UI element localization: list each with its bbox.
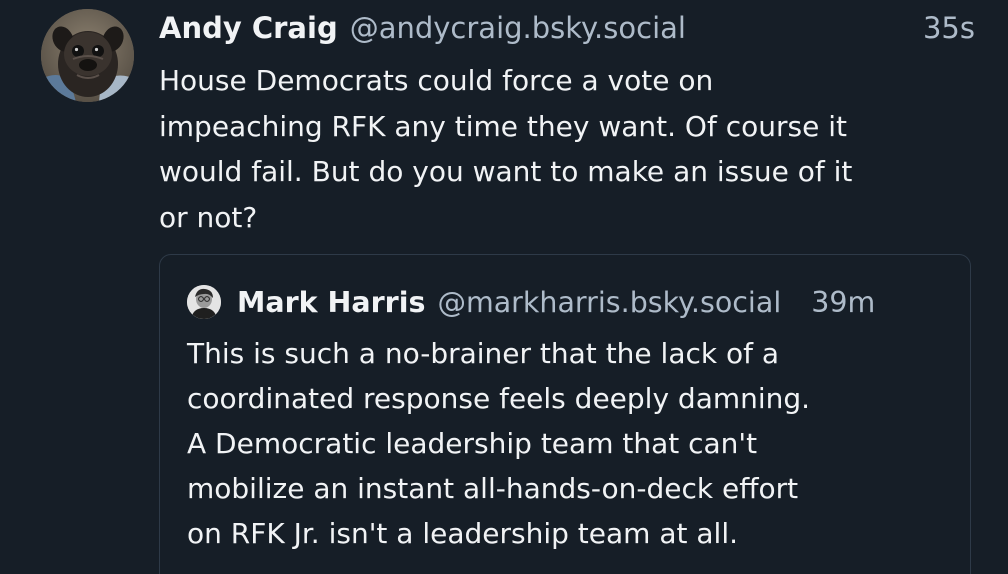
quoted-post-timestamp[interactable]: 39m (811, 286, 875, 319)
post-timestamp[interactable]: 35s (923, 11, 975, 45)
author-name[interactable]: Andy Craig (159, 11, 338, 45)
quoted-author-name[interactable]: Mark Harris (237, 286, 425, 319)
quoted-author-avatar[interactable] (187, 285, 221, 319)
person-avatar-icon (187, 285, 221, 319)
quoted-post-header: Mark Harris @markharris.bsky.social 39m (187, 281, 947, 323)
post[interactable]: Andy Craig @andycraig.bsky.social 35s Ho… (0, 0, 1008, 574)
post-text: House Democrats could force a vote on im… (159, 64, 853, 234)
pug-avatar-icon (41, 9, 134, 102)
post-header: Andy Craig @andycraig.bsky.social 35s (159, 6, 975, 50)
author-avatar[interactable] (41, 9, 134, 102)
author-handle[interactable]: @andycraig.bsky.social (350, 11, 686, 45)
quoted-post-card[interactable]: Mark Harris @markharris.bsky.social 39m … (159, 254, 971, 574)
quoted-post-text: This is such a no-brainer that the lack … (187, 337, 811, 550)
quoted-author-handle[interactable]: @markharris.bsky.social (437, 286, 781, 319)
